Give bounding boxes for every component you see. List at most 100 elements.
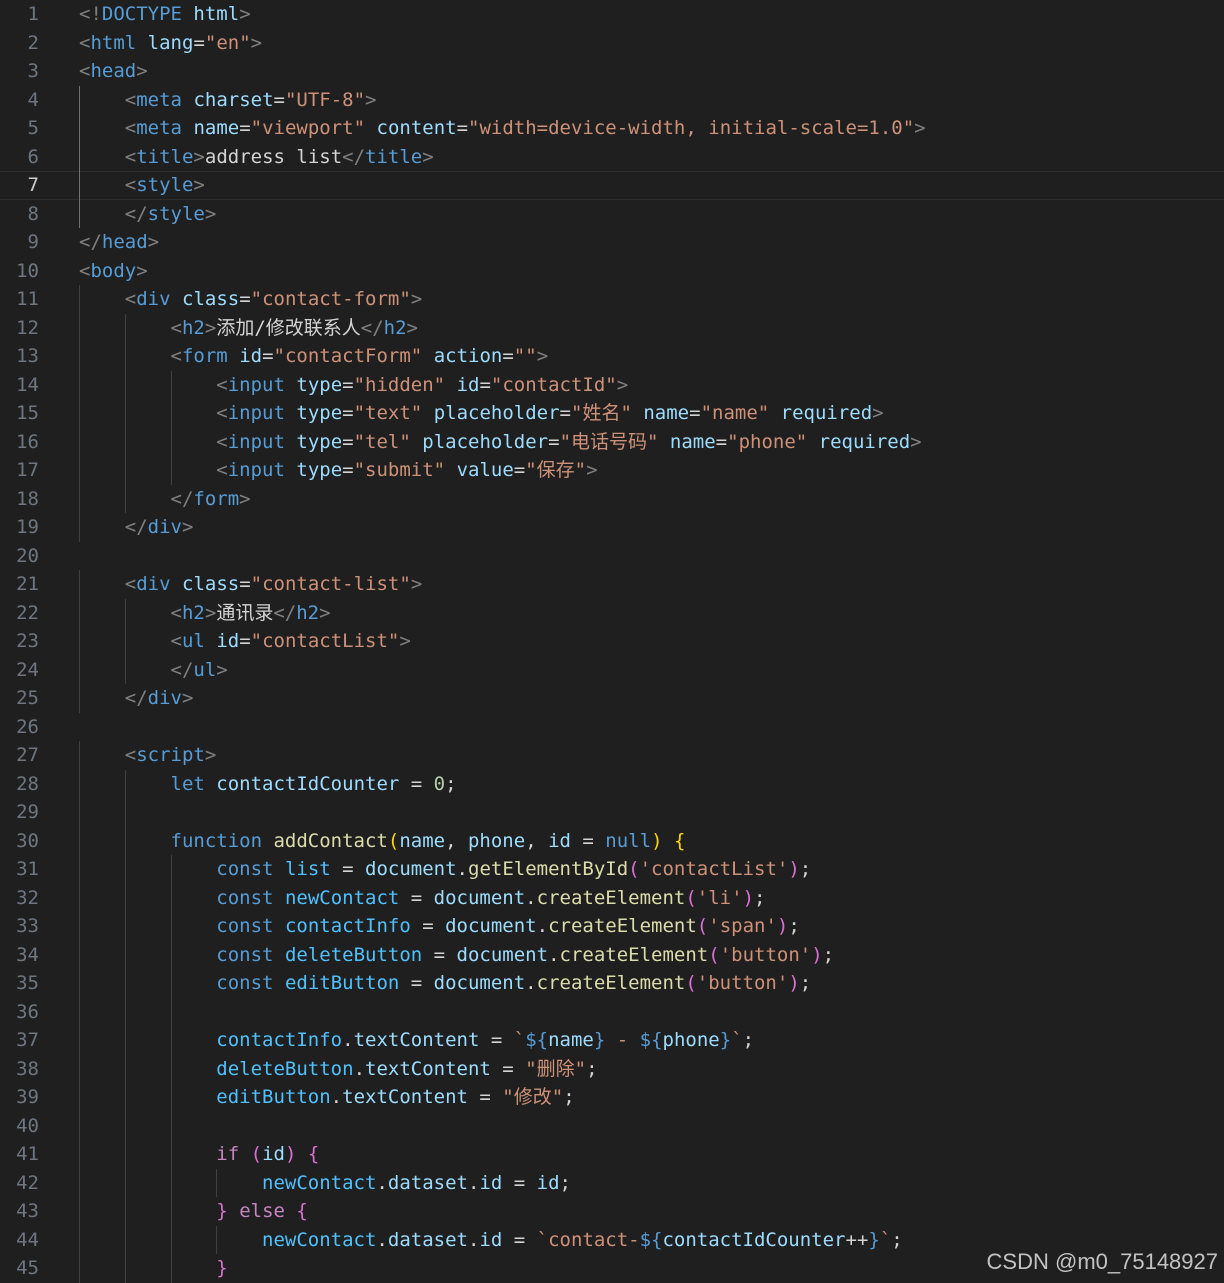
code-token: < (125, 89, 136, 111)
line-code: <input type="text" placeholder="姓名" name… (79, 399, 884, 428)
code-line[interactable]: 24 </ul> (0, 656, 1224, 685)
code-token: form (193, 488, 239, 510)
code-token: , (525, 830, 548, 852)
code-line[interactable]: 43 } else { (0, 1197, 1224, 1226)
code-line[interactable]: 27 <script> (0, 741, 1224, 770)
code-editor[interactable]: 1<!DOCTYPE html>2<html lang="en">3<head>… (0, 0, 1224, 1281)
code-token: const (216, 944, 273, 966)
code-line[interactable]: 20 (0, 542, 1224, 571)
code-token (79, 1200, 216, 1222)
code-line[interactable]: 22 <h2>通讯录</h2> (0, 599, 1224, 628)
code-token: ; (586, 1058, 597, 1080)
code-token (79, 431, 216, 453)
code-token (79, 146, 125, 168)
code-line[interactable]: 3<head> (0, 57, 1224, 86)
code-token: . (376, 1229, 387, 1251)
code-line[interactable]: 25 </div> (0, 684, 1224, 713)
code-line[interactable]: 18 </form> (0, 485, 1224, 514)
code-token: < (125, 744, 136, 766)
code-line[interactable]: 9</head> (0, 228, 1224, 257)
code-line[interactable]: 17 <input type="submit" value="保存"> (0, 456, 1224, 485)
code-line[interactable]: 30 function addContact(name, phone, id =… (0, 827, 1224, 856)
code-token: = (399, 773, 433, 795)
line-number: 6 (0, 143, 39, 172)
code-line[interactable]: 31 const list = document.getElementById(… (0, 855, 1224, 884)
code-token: deleteButton (216, 1058, 353, 1080)
code-line[interactable]: 29 (0, 798, 1224, 827)
code-line[interactable]: 35 const editButton = document.createEle… (0, 969, 1224, 998)
code-token: = (514, 459, 525, 481)
code-line[interactable]: 1<!DOCTYPE html> (0, 0, 1224, 29)
code-line[interactable]: 23 <ul id="contactList"> (0, 627, 1224, 656)
code-token: document (457, 944, 549, 966)
line-code: </style> (79, 200, 216, 229)
code-token: ${ (640, 1229, 663, 1251)
code-line[interactable]: 28 let contactIdCounter = 0; (0, 770, 1224, 799)
code-token: charset (193, 89, 273, 111)
code-token: > (205, 203, 216, 225)
code-line[interactable]: 26 (0, 713, 1224, 742)
code-token (205, 630, 216, 652)
code-token: = (716, 431, 727, 453)
code-token: deleteButton (285, 944, 422, 966)
code-token: id (239, 345, 262, 367)
code-token: = (502, 1172, 536, 1194)
code-line[interactable]: 5 <meta name="viewport" content="width=d… (0, 114, 1224, 143)
code-line[interactable]: 41 if (id) { (0, 1140, 1224, 1169)
code-line[interactable]: 10<body> (0, 257, 1224, 286)
code-token (285, 459, 296, 481)
code-line[interactable]: 33 const contactInfo = document.createEl… (0, 912, 1224, 941)
code-token: contactIdCounter (662, 1229, 845, 1251)
code-token: ul (193, 659, 216, 681)
code-token: textContent (365, 1058, 491, 1080)
line-number: 24 (0, 656, 39, 685)
code-token: style (136, 174, 193, 196)
code-line[interactable]: 6 <title>address list</title> (0, 143, 1224, 172)
code-token (807, 431, 818, 453)
code-line[interactable]: 21 <div class="contact-list"> (0, 570, 1224, 599)
code-token: = (689, 402, 700, 424)
code-token: 'button' (720, 944, 812, 966)
code-token (182, 117, 193, 139)
code-line[interactable]: 11 <div class="contact-form"> (0, 285, 1224, 314)
code-token: action (434, 345, 503, 367)
code-line[interactable]: 39 editButton.textContent = "修改"; (0, 1083, 1224, 1112)
line-number: 19 (0, 513, 39, 542)
code-line[interactable]: 2<html lang="en"> (0, 29, 1224, 58)
line-code: <meta name="viewport" content="width=dev… (79, 114, 926, 143)
code-line[interactable]: 14 <input type="hidden" id="contactId"> (0, 371, 1224, 400)
code-token: ; (563, 1086, 574, 1108)
code-token: = (239, 573, 250, 595)
line-code: <h2>添加/修改联系人</h2> (79, 314, 418, 343)
code-token: < (216, 402, 227, 424)
code-line[interactable]: 15 <input type="text" placeholder="姓名" n… (0, 399, 1224, 428)
code-token: textContent (354, 1029, 480, 1051)
code-line[interactable]: 19 </div> (0, 513, 1224, 542)
code-token: = (468, 1086, 502, 1108)
code-token: html (193, 3, 239, 25)
code-line[interactable]: 38 deleteButton.textContent = "删除"; (0, 1055, 1224, 1084)
code-token: newContact (262, 1229, 376, 1251)
code-line[interactable]: 12 <h2>添加/修改联系人</h2> (0, 314, 1224, 343)
code-line[interactable]: 8 </style> (0, 200, 1224, 229)
code-token (79, 402, 216, 424)
code-token: meta (136, 117, 182, 139)
code-token: > (422, 146, 433, 168)
line-code: newContact.dataset.id = id; (79, 1169, 571, 1198)
code-line[interactable]: 13 <form id="contactForm" action=""> (0, 342, 1224, 371)
code-line[interactable]: 36 (0, 998, 1224, 1027)
line-number: 18 (0, 485, 39, 514)
code-token (205, 773, 216, 795)
code-line[interactable]: 16 <input type="tel" placeholder="电话号码" … (0, 428, 1224, 457)
code-line[interactable]: 7 <style> (0, 171, 1224, 200)
code-token: createElement (537, 887, 686, 909)
code-token: > (914, 117, 925, 139)
code-line[interactable]: 40 (0, 1112, 1224, 1141)
code-token: 'span' (708, 915, 777, 937)
code-line[interactable]: 37 contactInfo.textContent = `${name} - … (0, 1026, 1224, 1055)
code-line[interactable]: 32 const newContact = document.createEle… (0, 884, 1224, 913)
code-line[interactable]: 4 <meta charset="UTF-8"> (0, 86, 1224, 115)
code-line[interactable]: 34 const deleteButton = document.createE… (0, 941, 1224, 970)
code-token: { (308, 1143, 319, 1165)
code-line[interactable]: 42 newContact.dataset.id = id; (0, 1169, 1224, 1198)
